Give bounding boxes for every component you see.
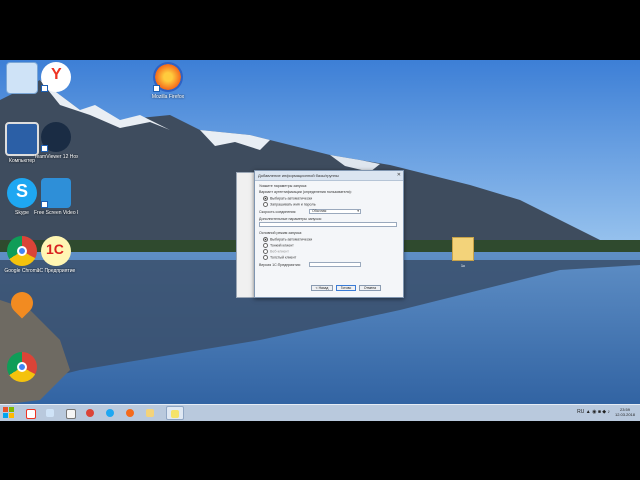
extra-params-input[interactable] bbox=[259, 222, 397, 227]
maps-icon[interactable] bbox=[0, 287, 44, 319]
windows-icon bbox=[3, 407, 14, 418]
version-label: Версия 1С:Предприятия: bbox=[259, 263, 301, 267]
extra-params-label: Дополнительные параметры запуска: bbox=[259, 217, 322, 221]
taskbar-skype[interactable] bbox=[102, 406, 118, 420]
dialog-titlebar: Добавление информационной базы/группы ✕ bbox=[255, 171, 403, 181]
radio-icon bbox=[263, 249, 268, 254]
finish-button[interactable]: Готово bbox=[336, 285, 356, 291]
mode-thick-radio[interactable]: Толстый клиент bbox=[263, 255, 296, 260]
taskbar-folder[interactable] bbox=[142, 406, 158, 420]
dialog-title: Добавление информационной базы/группы bbox=[258, 173, 339, 178]
taskbar-yandex[interactable] bbox=[22, 406, 38, 420]
desktop: Y Mozilla Firefox Компьютер TeamViewer 1… bbox=[0, 60, 640, 420]
firefox-icon[interactable]: Mozilla Firefox bbox=[146, 62, 190, 100]
taskbar-explorer[interactable] bbox=[42, 406, 58, 420]
chrome-icon-2[interactable] bbox=[0, 352, 44, 384]
clock-date: 12.03.2018 bbox=[614, 412, 635, 417]
system-tray[interactable]: RU ▲ ◉ ■ ◆ ♪ bbox=[577, 409, 610, 415]
back-button[interactable]: < Назад bbox=[311, 285, 333, 291]
radio-icon bbox=[263, 237, 268, 242]
clock[interactable]: 23:59 12.03.2018 bbox=[615, 407, 635, 417]
language-indicator[interactable]: RU bbox=[577, 409, 584, 415]
firefox-icon bbox=[126, 409, 134, 417]
mode-web-radio[interactable]: Веб-клиент bbox=[263, 249, 289, 254]
chrome-icon bbox=[86, 409, 94, 417]
auth-password-radio[interactable]: Запрашивать имя и пароль bbox=[263, 202, 316, 207]
add-infobase-dialog: Добавление информационной базы/группы ✕ … bbox=[254, 170, 404, 298]
yandex-browser-icon[interactable]: Y bbox=[34, 62, 78, 94]
taskbar-1c[interactable] bbox=[166, 406, 184, 420]
taskbar-chrome[interactable] bbox=[82, 406, 98, 420]
section-heading: Укажите параметры запуска: bbox=[259, 184, 308, 188]
document-icon bbox=[66, 409, 76, 419]
speed-label: Скорость соединения: bbox=[259, 210, 297, 214]
1c-icon bbox=[171, 410, 179, 418]
yandex-icon bbox=[26, 409, 36, 419]
folder-icon[interactable]: 1с bbox=[452, 237, 474, 268]
mode-thin-radio[interactable]: Тонкий клиент bbox=[263, 243, 294, 248]
chevron-down-icon: ▾ bbox=[357, 209, 359, 213]
mode-auto-radio[interactable]: Выбирать автоматически bbox=[263, 237, 312, 242]
screen-recorder-icon[interactable]: Free Screen Video Recorder bbox=[34, 178, 78, 216]
skype-icon bbox=[106, 409, 114, 417]
radio-icon bbox=[263, 202, 268, 207]
1c-icon[interactable]: 1C 1С Предприятие bbox=[34, 236, 78, 274]
teamviewer-icon[interactable]: TeamViewer 12 Host bbox=[34, 122, 78, 160]
auth-auto-radio[interactable]: Выбирать автоматически bbox=[263, 196, 312, 201]
mode-label: Основной режим запуска: bbox=[259, 231, 303, 235]
taskbar-document[interactable] bbox=[62, 406, 78, 420]
close-icon[interactable]: ✕ bbox=[397, 171, 401, 180]
auth-label: Вариант аутентификации (определения поль… bbox=[259, 190, 352, 194]
taskbar-firefox[interactable] bbox=[122, 406, 138, 420]
radio-icon bbox=[263, 243, 268, 248]
speed-select[interactable]: Обычная ▾ bbox=[309, 209, 361, 214]
explorer-icon bbox=[46, 409, 54, 417]
start-button[interactable] bbox=[2, 406, 16, 420]
radio-icon bbox=[263, 255, 268, 260]
cancel-button[interactable]: Отмена bbox=[359, 285, 381, 291]
folder-icon bbox=[146, 409, 154, 417]
version-input[interactable] bbox=[309, 262, 361, 267]
taskbar: RU ▲ ◉ ■ ◆ ♪ 23:59 12.03.2018 bbox=[0, 404, 640, 421]
radio-icon bbox=[263, 196, 268, 201]
